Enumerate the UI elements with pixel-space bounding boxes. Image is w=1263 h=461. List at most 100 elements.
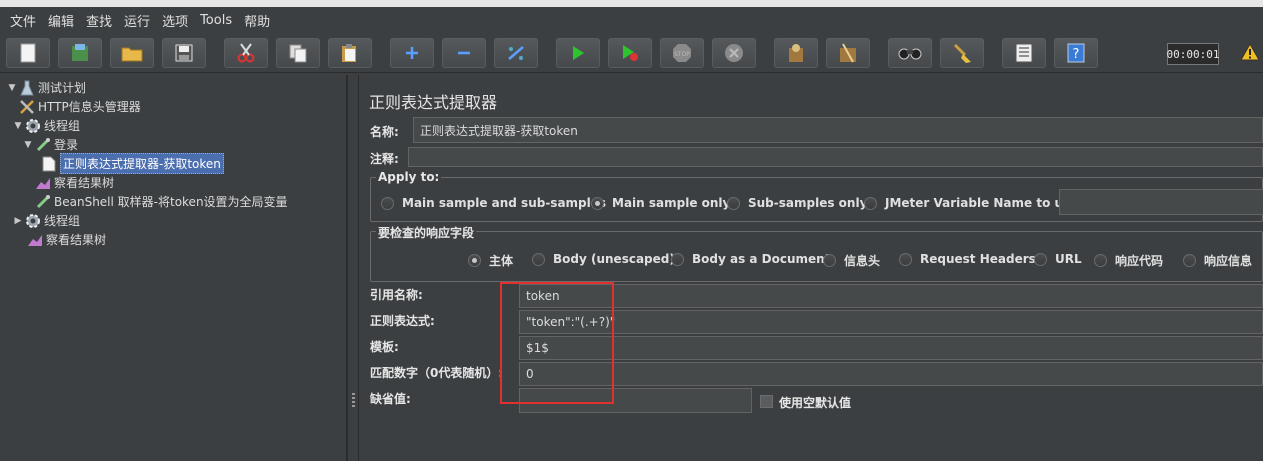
- name-field[interactable]: 正则表达式提取器-获取token: [413, 117, 1263, 143]
- radio-dot: [381, 196, 394, 210]
- stop-button[interactable]: STOP: [660, 38, 704, 68]
- radio-dot: [671, 252, 684, 266]
- menu-edit[interactable]: 编辑: [42, 11, 80, 30]
- copy-button[interactable]: [276, 38, 320, 68]
- menu-run[interactable]: 运行: [118, 11, 156, 30]
- help-icon: ?: [1067, 43, 1085, 63]
- clear-button[interactable]: [774, 38, 818, 68]
- regex-field[interactable]: "token":"(.+?)": [519, 310, 1263, 334]
- gear-icon: [24, 118, 42, 134]
- tree-node-http-header-manager[interactable]: HTTP信息头管理器: [18, 97, 141, 116]
- reset-search-button[interactable]: [940, 38, 984, 68]
- expand-toggle[interactable]: ▼: [6, 83, 18, 93]
- tree-node-view-results-tree-2[interactable]: 察看结果树: [26, 230, 106, 249]
- menu-tools[interactable]: Tools: [194, 13, 238, 28]
- panel-splitter[interactable]: [347, 75, 359, 461]
- pipette-icon: [34, 194, 52, 210]
- match-no-field[interactable]: 0: [519, 362, 1263, 386]
- tree-node-thread-group[interactable]: ▼ 线程组: [12, 116, 80, 135]
- window-titlebar: [0, 0, 1263, 7]
- expand-toggle[interactable]: ▼: [12, 121, 24, 131]
- comment-field[interactable]: [408, 147, 1263, 167]
- collapse-icon: [456, 45, 472, 61]
- menu-file[interactable]: 文件: [4, 11, 42, 30]
- tree-node-thread-group-2[interactable]: ▶ 线程组: [12, 211, 80, 230]
- tree-node-test-plan[interactable]: ▼ 测试计划: [6, 78, 86, 97]
- radio-main-and-sub[interactable]: Main sample and sub-samples: [381, 196, 606, 210]
- comment-label: 注释:: [370, 152, 399, 166]
- shutdown-icon: [724, 43, 744, 63]
- new-button[interactable]: [6, 38, 50, 68]
- help-button[interactable]: ?: [1054, 38, 1098, 68]
- radio-dot: [823, 254, 836, 267]
- radio-url[interactable]: URL: [1034, 252, 1082, 266]
- test-plan-tree: ▼ 测试计划 HTTP信息头管理器 ▼ 线程组 ▼ 登录 正则表达式提取器-获取…: [0, 75, 347, 461]
- expand-toggle[interactable]: ▼: [22, 140, 34, 150]
- radio-response-message[interactable]: 响应信息: [1183, 252, 1252, 269]
- template-label: 模板:: [370, 340, 399, 354]
- radio-body-as-document[interactable]: Body as a Document: [671, 252, 830, 266]
- radio-body-unescaped[interactable]: Body (unescaped): [532, 252, 675, 266]
- radio-jmeter-variable[interactable]: JMeter Variable Name to use: [864, 196, 1078, 210]
- expand-toggle[interactable]: ▶: [12, 216, 24, 226]
- toolbar: STOP ? 00:00:01: [0, 33, 1263, 73]
- start-button[interactable]: [556, 38, 600, 68]
- warning-icon[interactable]: [1240, 42, 1260, 64]
- radio-dot: [864, 196, 877, 210]
- save-button[interactable]: [162, 38, 206, 68]
- template-field[interactable]: $1$: [519, 336, 1263, 360]
- tree-node-view-results-tree[interactable]: 察看结果树: [34, 173, 114, 192]
- radio-sub-only[interactable]: Sub-samples only: [727, 196, 867, 210]
- svg-text:?: ?: [1073, 47, 1080, 62]
- svg-text:STOP: STOP: [674, 51, 690, 58]
- radio-main-only[interactable]: Main sample only: [591, 196, 730, 210]
- use-empty-default-checkbox[interactable]: [760, 395, 773, 408]
- shutdown-button[interactable]: [712, 38, 756, 68]
- start-no-pause-icon: [621, 44, 639, 62]
- start-icon: [571, 45, 585, 61]
- save-icon: [175, 44, 193, 62]
- chart-icon: [26, 232, 44, 248]
- expand-button[interactable]: [390, 38, 434, 68]
- response-field-title: 要检查的响应字段: [376, 224, 477, 241]
- match-no-label: 匹配数字（0代表随机）:: [370, 366, 504, 380]
- menu-help[interactable]: 帮助: [238, 11, 276, 30]
- radio-dot: [1183, 254, 1196, 267]
- radio-body[interactable]: 主体: [468, 252, 513, 269]
- flask-icon: [18, 80, 36, 96]
- radio-dot: [1094, 254, 1107, 267]
- menu-options[interactable]: 选项: [156, 11, 194, 30]
- radio-response-code[interactable]: 响应代码: [1094, 252, 1163, 269]
- search-icon: [898, 45, 922, 61]
- splitter-grip[interactable]: [352, 393, 355, 407]
- cut-button[interactable]: [224, 38, 268, 68]
- ref-name-label: 引用名称:: [370, 288, 423, 302]
- clear-icon: [785, 42, 807, 64]
- clear-all-button[interactable]: [826, 38, 870, 68]
- radio-dot-selected: [591, 196, 604, 210]
- menu-search[interactable]: 查找: [80, 11, 118, 30]
- open-button[interactable]: [110, 38, 154, 68]
- paste-button[interactable]: [328, 38, 372, 68]
- tree-node-beanshell-sampler[interactable]: BeanShell 取样器-将token设置为全局变量: [34, 192, 288, 211]
- new-icon: [19, 43, 37, 63]
- tree-node-login-sampler[interactable]: ▼ 登录: [22, 135, 78, 154]
- ref-name-field[interactable]: token: [519, 284, 1263, 308]
- start-no-pause-button[interactable]: [608, 38, 652, 68]
- tree-node-regex-extractor[interactable]: 正则表达式提取器-获取token: [40, 153, 224, 174]
- collapse-button[interactable]: [442, 38, 486, 68]
- search-button[interactable]: [888, 38, 932, 68]
- toggle-button[interactable]: [494, 38, 538, 68]
- templates-button[interactable]: [58, 38, 102, 68]
- highlight-annotation-box: [500, 282, 614, 404]
- page-title: 正则表达式提取器: [369, 93, 498, 112]
- jmeter-variable-field[interactable]: [1059, 189, 1263, 215]
- menu-bar: 文件 编辑 查找 运行 选项 Tools 帮助: [0, 7, 1263, 33]
- default-value-label: 缺省值:: [370, 392, 411, 406]
- radio-request-headers[interactable]: Request Headers: [899, 252, 1036, 266]
- copy-icon: [288, 43, 308, 63]
- radio-headers[interactable]: 信息头: [823, 252, 880, 269]
- gear-icon: [24, 213, 42, 229]
- function-helper-button[interactable]: [1002, 38, 1046, 68]
- open-icon: [121, 44, 143, 62]
